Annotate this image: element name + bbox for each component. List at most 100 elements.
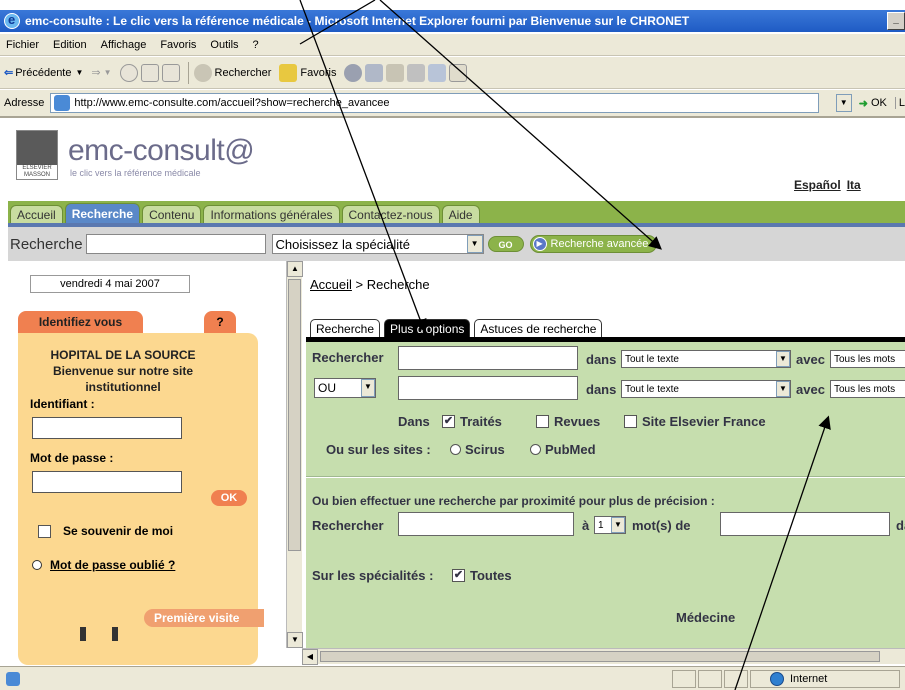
subtab-astuces[interactable]: Astuces de recherche (474, 319, 603, 337)
advanced-search-button[interactable]: ▶ Recherche avancée (529, 235, 658, 253)
search-input-2[interactable] (398, 376, 578, 400)
print-icon[interactable] (407, 63, 426, 82)
medecine-heading: Médecine (676, 610, 736, 625)
zone-label: Internet (790, 673, 828, 685)
nav-tab-recherche[interactable]: Recherche (64, 203, 141, 223)
chevron-down-icon[interactable]: ▼ (776, 381, 790, 397)
mail-icon[interactable] (386, 63, 405, 82)
nav-tab-informations[interactable]: Informations générales (203, 205, 340, 223)
sites-label: Ou sur les sites : (326, 442, 431, 457)
dans-sources-label: Dans (398, 414, 430, 429)
source-elsevier-label: Site Elsevier France (642, 414, 766, 429)
edit-icon[interactable] (428, 63, 447, 82)
inner-horizontal-scrollbar[interactable]: ◀ (302, 648, 905, 665)
words-select-1[interactable]: Tous les mots (830, 350, 905, 368)
identifiant-input[interactable] (32, 417, 182, 439)
remember-me-checkbox[interactable] (38, 524, 51, 538)
chevron-down-icon[interactable]: ▼ (776, 351, 790, 367)
first-visit-button[interactable]: Première visite (144, 609, 264, 627)
quick-search-input[interactable] (85, 234, 266, 254)
current-date: vendredi 4 mai 2007 (30, 275, 190, 293)
subtab-recherche[interactable]: Recherche (310, 319, 381, 337)
search-input-1[interactable] (398, 346, 578, 370)
remember-me[interactable]: Se souvenir de moi (38, 524, 173, 538)
subtab-plus-options[interactable]: Plus d'options (384, 319, 471, 337)
status-cell (724, 670, 748, 688)
search-button[interactable]: Rechercher (193, 63, 272, 82)
menu-affichage[interactable]: Affichage (101, 39, 147, 51)
globe-icon (770, 672, 784, 686)
nav-tab-accueil[interactable]: Accueil (10, 205, 63, 223)
source-revues-checkbox[interactable] (536, 415, 549, 428)
nav-tab-contenu[interactable]: Contenu (142, 205, 202, 223)
site-scirus[interactable]: Scirus (450, 442, 505, 457)
advanced-search-label: Recherche avancée (550, 238, 649, 250)
source-traites-checkbox[interactable]: ✔ (442, 415, 455, 428)
back-dropdown-icon[interactable]: ▼ (75, 68, 83, 77)
proximity-input-2[interactable] (720, 512, 890, 536)
menu-edition[interactable]: Edition (53, 39, 87, 51)
login-ok-button[interactable]: OK (211, 490, 247, 506)
menu-help[interactable]: ? (253, 39, 259, 51)
minimize-button[interactable]: _ (887, 12, 905, 30)
dans-label-2: dans (586, 382, 617, 397)
bullet-icon (32, 560, 42, 570)
source-revues-label: Revues (554, 414, 601, 429)
source-elsevier-checkbox[interactable] (624, 415, 637, 428)
password-input[interactable] (32, 471, 182, 493)
chevron-down-icon[interactable]: ▼ (611, 517, 625, 533)
operator-select[interactable]: OU ▼ (314, 378, 376, 398)
site-pubmed-radio[interactable] (530, 444, 541, 455)
menu-fichier[interactable]: Fichier (6, 39, 39, 51)
words-select-2[interactable]: Tous les mots (830, 380, 905, 398)
scope-select-2[interactable]: Tout le texte ▼ (621, 380, 791, 398)
specialties-all-checkbox[interactable]: ✔ (452, 569, 465, 582)
identify-tab[interactable]: Identifiez vous (18, 311, 143, 333)
proximity-input-1[interactable] (398, 512, 574, 536)
scope-select-1[interactable]: Tout le texte ▼ (621, 350, 791, 368)
home-icon[interactable] (161, 63, 180, 82)
scroll-left-icon[interactable]: ◀ (302, 649, 318, 665)
forgot-password-link[interactable]: Mot de passe oublié ? (32, 558, 175, 572)
stop-icon[interactable] (119, 63, 138, 82)
specialties-all[interactable]: ✔ Toutes (452, 568, 512, 583)
menu-outils[interactable]: Outils (210, 39, 238, 51)
media-icon[interactable] (344, 63, 363, 82)
lang-italiano[interactable]: Ita (847, 178, 861, 192)
chevron-down-icon[interactable]: ▼ (466, 235, 483, 253)
search-label: Rechercher (214, 66, 272, 79)
favorites-button[interactable]: Favoris (279, 63, 336, 82)
source-elsevier[interactable]: Site Elsevier France (624, 414, 766, 429)
breadcrumb-home[interactable]: Accueil (310, 277, 352, 292)
lang-espanol[interactable]: Español (794, 178, 841, 192)
history-icon[interactable] (365, 63, 384, 82)
specialty-select-value: Choisissez la spécialité (275, 236, 410, 252)
nav-tab-contact[interactable]: Contactez-nous (341, 205, 440, 223)
quick-search-go-button[interactable]: GO (487, 236, 524, 252)
identifiant-label: Identifiant : (30, 397, 95, 411)
address-input[interactable]: http://www.emc-consulte.com/accueil?show… (50, 93, 852, 113)
proximity-count-select[interactable]: 1 ▼ (594, 516, 626, 534)
chevron-down-icon[interactable]: ▼ (361, 379, 375, 397)
links-label[interactable]: L (894, 97, 905, 109)
source-traites[interactable]: ✔ Traités (442, 414, 502, 429)
inner-vertical-scrollbar[interactable]: ▲ ▼ (286, 261, 303, 648)
nav-tab-aide[interactable]: Aide (441, 205, 480, 223)
source-revues[interactable]: Revues (536, 414, 600, 429)
scroll-up-icon[interactable]: ▲ (287, 261, 303, 277)
horizontal-scroll-thumb[interactable] (320, 651, 880, 662)
site-scirus-radio[interactable] (450, 444, 461, 455)
back-button[interactable]: ⇐ Précédente ▼ (4, 66, 83, 80)
scroll-down-icon[interactable]: ▼ (287, 632, 303, 648)
menu-favoris[interactable]: Favoris (160, 39, 196, 51)
refresh-icon[interactable] (140, 63, 159, 82)
scroll-thumb[interactable] (288, 279, 301, 551)
forward-button[interactable]: ⇒ ▼ (91, 66, 111, 79)
specialty-select[interactable]: Choisissez la spécialité ▼ (271, 234, 484, 254)
discuss-icon[interactable] (449, 63, 468, 82)
site-pubmed[interactable]: PubMed (530, 442, 596, 457)
address-dropdown-icon[interactable]: ▼ (835, 94, 852, 112)
go-button[interactable]: ➜ OK (859, 97, 887, 110)
da-label: da (896, 518, 905, 533)
help-tab[interactable]: ? (204, 311, 236, 333)
